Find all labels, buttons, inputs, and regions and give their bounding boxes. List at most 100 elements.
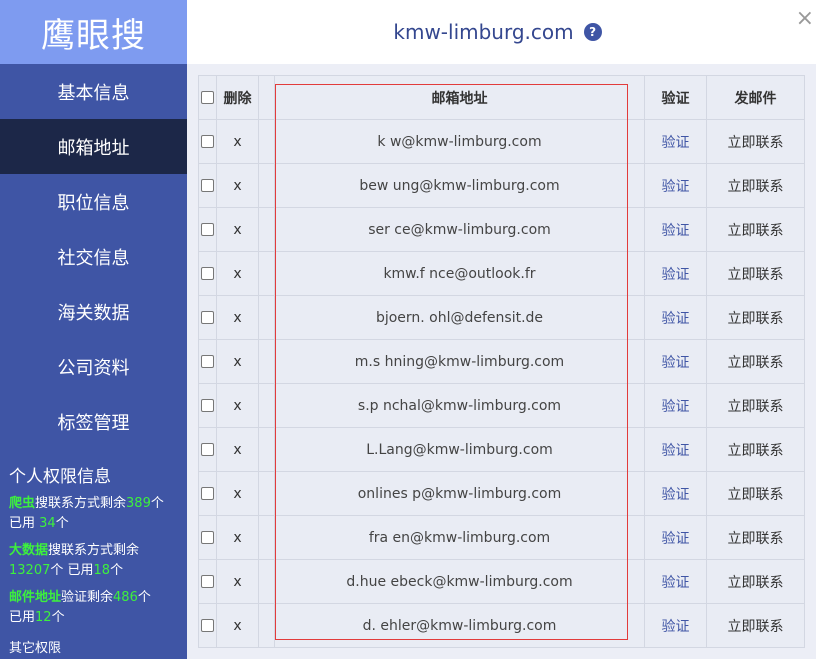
contact-now-link[interactable]: 立即联系 — [706, 559, 805, 604]
email-quota: 邮件地址验证剩余486个 已用12个 — [9, 588, 179, 628]
header-spacer — [258, 75, 275, 120]
email-unit: 个 — [137, 590, 151, 605]
verify-link[interactable]: 验证 — [644, 603, 707, 648]
verify-link[interactable]: 验证 — [644, 471, 707, 516]
contact-now-link[interactable]: 立即联系 — [706, 251, 805, 296]
row-spacer — [258, 559, 275, 604]
row-spacer — [258, 471, 275, 516]
contact-now-link[interactable]: 立即联系 — [706, 163, 805, 208]
email-address: d.hue ebeck@kmw-limburg.com — [274, 559, 645, 604]
delete-button[interactable]: x — [216, 559, 259, 604]
row-select-cell — [198, 339, 217, 384]
row-checkbox[interactable] — [201, 355, 214, 368]
contact-now-link[interactable]: 立即联系 — [706, 515, 805, 560]
row-checkbox[interactable] — [201, 179, 214, 192]
table-header-row: 删除 邮箱地址 验证 发邮件 — [198, 75, 805, 120]
email-remaining: 486 — [113, 590, 138, 605]
table-row: x d. ehler@kmw-limburg.com 验证 立即联系 — [198, 603, 805, 648]
nav-social-info[interactable]: 社交信息 — [0, 229, 187, 284]
verify-link[interactable]: 验证 — [644, 251, 707, 296]
contact-now-link[interactable]: 立即联系 — [706, 383, 805, 428]
contact-now-link[interactable]: 立即联系 — [706, 207, 805, 252]
close-icon[interactable]: × — [796, 6, 814, 31]
header-verify: 验证 — [644, 75, 707, 120]
row-checkbox[interactable] — [201, 223, 214, 236]
email-label: 邮件地址 — [9, 590, 62, 605]
select-all-checkbox[interactable] — [201, 91, 214, 104]
table-row: x kmw.f nce@outlook.fr 验证 立即联系 — [198, 251, 805, 296]
verify-link[interactable]: 验证 — [644, 207, 707, 252]
sidebar: 鹰眼搜 基本信息 邮箱地址 职位信息 社交信息 海关数据 公司资料 标签管理 个… — [0, 0, 187, 659]
bigdata-quota: 大数据搜联系方式剩余 13207个 已用18个 — [9, 541, 179, 581]
row-select-cell — [198, 471, 217, 516]
email-table: 删除 邮箱地址 验证 发邮件 x k w@kmw-limburg.com 验证 … — [198, 75, 805, 648]
delete-button[interactable]: x — [216, 471, 259, 516]
app-logo[interactable]: 鹰眼搜 — [0, 0, 187, 64]
nav-customs-data[interactable]: 海关数据 — [0, 284, 187, 339]
contact-now-link[interactable]: 立即联系 — [706, 119, 805, 164]
verify-link[interactable]: 验证 — [644, 559, 707, 604]
table-row: x onlines p@kmw-limburg.com 验证 立即联系 — [198, 471, 805, 516]
verify-link[interactable]: 验证 — [644, 383, 707, 428]
row-checkbox[interactable] — [201, 531, 214, 544]
bigdata-used: 18 — [93, 563, 111, 578]
permissions-panel: 个人权限信息 爬虫搜联系方式剩余389个 已用 34个 大数据搜联系方式剩余 132… — [0, 462, 187, 656]
crawler-unit: 个 — [150, 496, 164, 511]
table-row: x fra en@kmw-limburg.com 验证 立即联系 — [198, 515, 805, 560]
crawler-quota: 爬虫搜联系方式剩余389个 已用 34个 — [9, 494, 179, 534]
row-checkbox[interactable] — [201, 575, 214, 588]
contact-now-link[interactable]: 立即联系 — [706, 471, 805, 516]
row-select-cell — [198, 295, 217, 340]
row-checkbox[interactable] — [201, 443, 214, 456]
contact-now-link[interactable]: 立即联系 — [706, 603, 805, 648]
verify-link[interactable]: 验证 — [644, 295, 707, 340]
delete-button[interactable]: x — [216, 515, 259, 560]
nav-basic-info[interactable]: 基本信息 — [0, 64, 187, 119]
header-delete: 删除 — [216, 75, 259, 120]
email-table-panel: 删除 邮箱地址 验证 发邮件 x k w@kmw-limburg.com 验证 … — [187, 64, 816, 659]
row-spacer — [258, 163, 275, 208]
delete-button[interactable]: x — [216, 119, 259, 164]
row-checkbox[interactable] — [201, 487, 214, 500]
verify-link[interactable]: 验证 — [644, 119, 707, 164]
contact-now-link[interactable]: 立即联系 — [706, 295, 805, 340]
nav-position-info[interactable]: 职位信息 — [0, 174, 187, 229]
row-select-cell — [198, 427, 217, 472]
help-icon[interactable]: ? — [583, 23, 602, 41]
delete-button[interactable]: x — [216, 427, 259, 472]
email-address: m.s hning@kmw-limburg.com — [274, 339, 645, 384]
verify-link[interactable]: 验证 — [644, 427, 707, 472]
delete-button[interactable]: x — [216, 163, 259, 208]
row-checkbox[interactable] — [201, 135, 214, 148]
other-permissions[interactable]: 其它权限 — [9, 637, 179, 656]
table-row: x d.hue ebeck@kmw-limburg.com 验证 立即联系 — [198, 559, 805, 604]
crawler-label: 爬虫 — [9, 496, 36, 511]
contact-now-link[interactable]: 立即联系 — [706, 339, 805, 384]
delete-button[interactable]: x — [216, 383, 259, 428]
verify-link[interactable]: 验证 — [644, 515, 707, 560]
email-address: bew ung@kmw-limburg.com — [274, 163, 645, 208]
delete-button[interactable]: x — [216, 207, 259, 252]
row-spacer — [258, 207, 275, 252]
nav-company-profile[interactable]: 公司资料 — [0, 339, 187, 394]
delete-button[interactable]: x — [216, 339, 259, 384]
row-checkbox[interactable] — [201, 267, 214, 280]
delete-button[interactable]: x — [216, 603, 259, 648]
contact-now-link[interactable]: 立即联系 — [706, 427, 805, 472]
row-checkbox[interactable] — [201, 619, 214, 632]
table-row: x k w@kmw-limburg.com 验证 立即联系 — [198, 119, 805, 164]
row-spacer — [258, 515, 275, 560]
nav-email-address[interactable]: 邮箱地址 — [0, 119, 187, 174]
verify-link[interactable]: 验证 — [644, 339, 707, 384]
nav-tag-management[interactable]: 标签管理 — [0, 394, 187, 449]
row-spacer — [258, 295, 275, 340]
row-checkbox[interactable] — [201, 311, 214, 324]
bigdata-unit: 个 — [50, 563, 64, 578]
row-checkbox[interactable] — [201, 399, 214, 412]
delete-button[interactable]: x — [216, 251, 259, 296]
bigdata-label: 大数据 — [9, 543, 49, 558]
verify-link[interactable]: 验证 — [644, 163, 707, 208]
delete-button[interactable]: x — [216, 295, 259, 340]
select-all-cell — [198, 75, 217, 120]
table-row: x bew ung@kmw-limburg.com 验证 立即联系 — [198, 163, 805, 208]
